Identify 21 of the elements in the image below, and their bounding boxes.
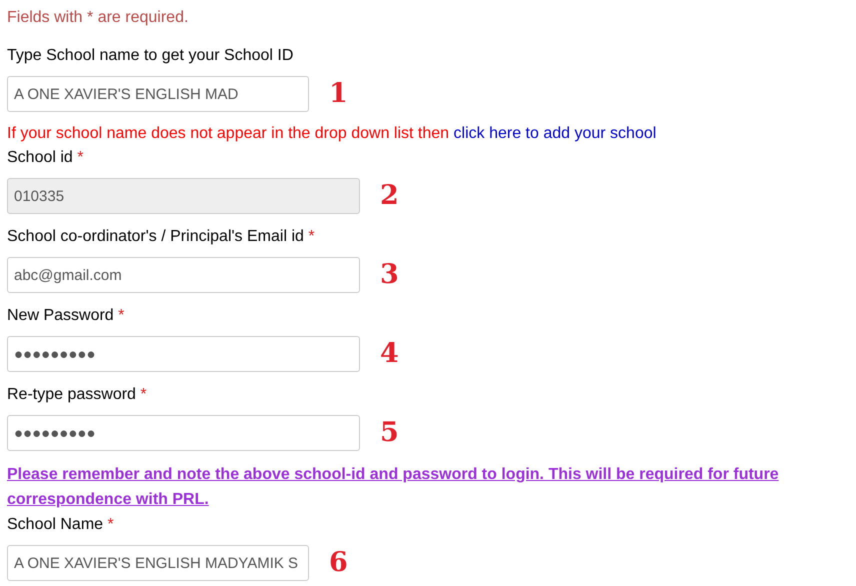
input-field[interactable]: abc@gmail.com	[7, 257, 360, 293]
step-number: 1	[329, 79, 348, 109]
hint-text: If your school name does not appear in the drop down list then click here to add your school	[7, 124, 658, 144]
input-field[interactable]: ●●●●●●●●●	[7, 415, 360, 451]
field-label: School co-ordinator's / Principal's Email id *	[7, 227, 316, 247]
input-field[interactable]: A ONE XAVIER'S ENGLISH MADYAMIK S	[7, 545, 309, 581]
field-label: School id *	[7, 148, 85, 168]
warning-note: Please remember and note the above school-id and password to login. This will be required for future correspondence with PRL.	[7, 465, 780, 510]
step-number: 5	[380, 418, 399, 448]
step-number: 6	[329, 548, 348, 578]
step-number: 4	[380, 339, 399, 369]
input-field[interactable]: ●●●●●●●●●	[7, 336, 360, 372]
input-field[interactable]: A ONE XAVIER'S ENGLISH MAD	[7, 76, 309, 112]
required-note: Fields with * are required.	[7, 8, 190, 28]
step-number: 3	[380, 260, 399, 290]
field-label: Type School name to get your School ID	[7, 46, 294, 66]
field-label: New Password *	[7, 306, 126, 326]
step-number: 2	[380, 181, 399, 211]
field-label: School Name *	[7, 515, 115, 535]
add-school-link[interactable]: click here to add your school	[454, 125, 656, 142]
field-label: Re-type password *	[7, 385, 148, 405]
